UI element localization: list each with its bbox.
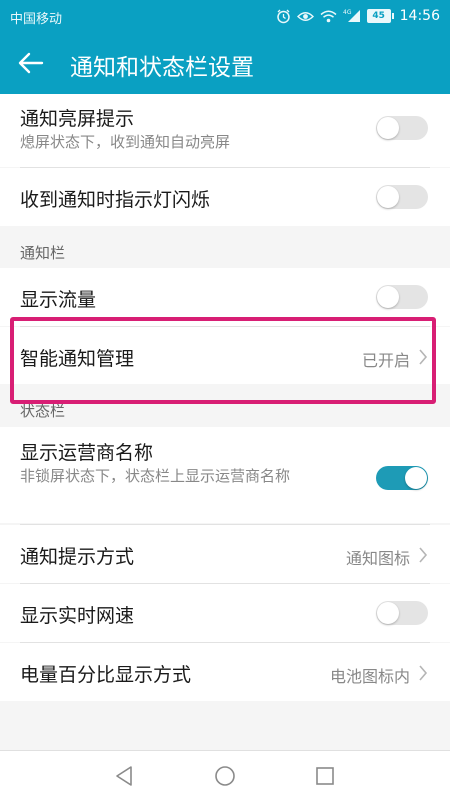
lock-screen-wake-toggle[interactable]	[376, 116, 428, 140]
setting-net-speed[interactable]: 显示实时网速	[0, 584, 450, 642]
setting-title: 智能通知管理	[20, 348, 135, 370]
setting-show-traffic[interactable]: 显示流量	[0, 268, 450, 326]
status-icons: 4G 45 14:56	[276, 6, 440, 26]
network-type-label: 4G	[343, 9, 352, 16]
nav-home-icon[interactable]	[213, 764, 237, 788]
carrier-name-toggle[interactable]	[376, 466, 428, 490]
nav-back-icon[interactable]	[112, 764, 136, 788]
page-title: 通知和状态栏设置	[70, 55, 254, 81]
led-blink-toggle[interactable]	[376, 185, 428, 209]
wifi-icon	[320, 10, 337, 23]
back-arrow-icon	[18, 52, 44, 74]
clock: 14:56	[399, 8, 440, 24]
setting-title: 通知提示方式	[20, 546, 135, 568]
signal-icon: 4G	[343, 9, 361, 23]
section-header-notification-bar: 通知栏	[20, 244, 66, 262]
section-header-status-bar: 状态栏	[20, 402, 66, 420]
setting-value: 电池图标内	[329, 667, 410, 686]
status-bar: 中国移动 4G 45 14:56	[0, 0, 450, 32]
net-speed-toggle[interactable]	[376, 601, 428, 625]
setting-value: 已开启	[361, 351, 410, 370]
setting-notify-style[interactable]: 通知提示方式 通知图标	[0, 525, 450, 583]
nav-recents-icon[interactable]	[313, 764, 337, 788]
chevron-right-icon	[419, 349, 428, 365]
battery-icon: 45	[366, 9, 394, 23]
navigation-bar	[0, 750, 450, 800]
setting-subtitle: 非锁屏状态下，状态栏上显示运营商名称	[20, 467, 291, 485]
setting-title: 显示实时网速	[20, 605, 135, 627]
battery-level: 45	[366, 9, 391, 23]
setting-smart-notify[interactable]: 智能通知管理 已开启	[0, 327, 450, 384]
setting-led-blink[interactable]: 收到通知时指示灯闪烁	[0, 168, 450, 226]
setting-title: 通知亮屏提示	[20, 108, 135, 130]
setting-carrier-name[interactable]: 显示运营商名称 非锁屏状态下，状态栏上显示运营商名称	[0, 427, 450, 523]
chevron-right-icon	[419, 547, 428, 563]
setting-lock-screen-wake[interactable]: 通知亮屏提示 熄屏状态下，收到通知自动亮屏	[0, 94, 450, 167]
setting-value: 通知图标	[345, 549, 410, 568]
alarm-icon	[276, 9, 291, 24]
setting-subtitle: 熄屏状态下，收到通知自动亮屏	[20, 133, 231, 151]
eye-comfort-icon	[296, 10, 314, 23]
setting-title: 电量百分比显示方式	[20, 664, 192, 686]
carrier-name: 中国移动	[10, 12, 63, 27]
setting-title: 收到通知时指示灯闪烁	[20, 189, 211, 211]
app-bar: 通知和状态栏设置	[0, 32, 450, 94]
chevron-right-icon	[419, 665, 428, 681]
setting-title: 显示运营商名称	[20, 442, 154, 464]
back-button[interactable]	[12, 44, 50, 82]
setting-battery-pct[interactable]: 电量百分比显示方式 电池图标内	[0, 643, 450, 701]
settings-list: 通知亮屏提示 熄屏状态下，收到通知自动亮屏 收到通知时指示灯闪烁 通知栏 显示流…	[0, 94, 450, 750]
setting-title: 显示流量	[20, 289, 97, 311]
show-traffic-toggle[interactable]	[376, 285, 428, 309]
